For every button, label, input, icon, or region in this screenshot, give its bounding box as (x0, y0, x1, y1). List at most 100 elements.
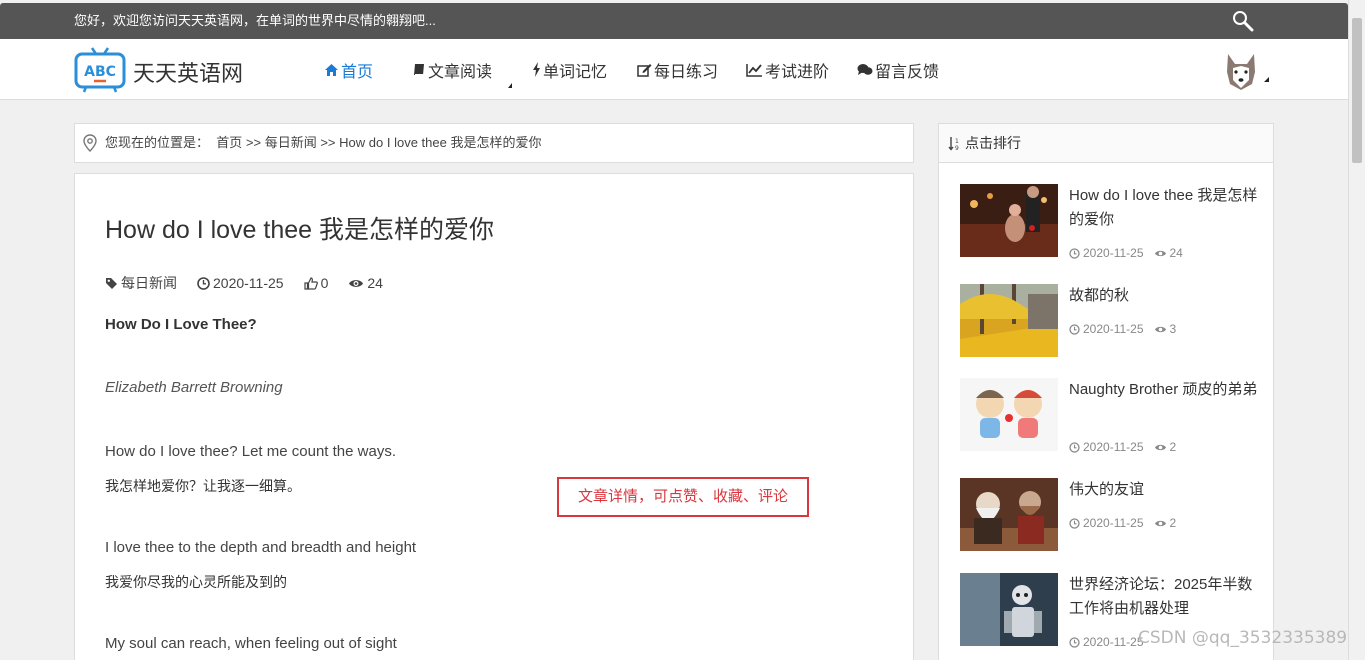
ranking-meta: 2020-11-25 (1069, 635, 1144, 649)
sort-icon: 19 (948, 137, 959, 151)
ranking-title[interactable]: How do I love thee 我是怎样的爱你 (1069, 184, 1259, 232)
ranking-thumbnail[interactable] (960, 184, 1058, 257)
breadcrumb-home-link[interactable]: 首页 (216, 135, 242, 150)
line-chart-icon (746, 63, 762, 77)
clock-icon (1069, 323, 1080, 335)
article-views: 24 (348, 275, 383, 291)
ranking-title[interactable]: 世界经济论坛：2025年半数工作将由机器处理 (1069, 573, 1259, 621)
nav-practice[interactable]: 每日练习 (637, 58, 746, 82)
ranking-date: 2020-11-25 (1083, 246, 1144, 260)
welcome-text: 您好，欢迎您访问天天英语网，在单词的世界中尽情的翱翔吧... (74, 13, 436, 28)
ranking-meta: 2020-11-25 2 (1069, 440, 1176, 454)
annotation-callout: 文章详情，可点赞、收藏、评论 (557, 477, 809, 517)
eye-icon (349, 279, 364, 287)
article-date: 2020-11-25 (197, 275, 284, 291)
svg-text:1: 1 (955, 138, 959, 145)
tag-icon (106, 277, 117, 289)
poem-author: Elizabeth Barrett Browning (105, 379, 283, 396)
search-icon[interactable] (1232, 10, 1254, 32)
poem-line-zh: 我怎样地爱你？让我逐一细算。 (105, 478, 301, 494)
eye-icon (1154, 444, 1166, 450)
book-icon (414, 63, 424, 76)
svg-text:9: 9 (955, 145, 959, 151)
sidebar-header: 19 点击排行 (939, 124, 1273, 163)
bolt-icon (533, 62, 540, 77)
poem-line-en: How do I love thee? Let me count the way… (105, 443, 396, 460)
nav-feedback[interactable]: 留言反馈 (857, 58, 947, 82)
ranking-meta: 2020-11-25 2 (1069, 516, 1176, 530)
ranking-date: 2020-11-25 (1083, 516, 1144, 530)
article-meta: 每日新闻 2020-11-25 0 24 (105, 273, 403, 293)
eye-icon (1154, 326, 1166, 332)
nav-articles-caret-icon (508, 82, 512, 88)
edit-icon (637, 63, 652, 77)
site-header: ABC 天天英语网 首页 文章阅读 单词记忆 每日练习 考试进阶 留言反馈 (0, 39, 1348, 100)
like-button[interactable]: 0 (303, 275, 329, 291)
eye-icon (1154, 520, 1166, 526)
ranking-title[interactable]: Naughty Brother 顽皮的弟弟 (1069, 378, 1259, 402)
article-date-label: 2020-11-25 (213, 275, 284, 291)
clock-icon (1069, 517, 1080, 529)
site-name[interactable]: 天天英语网 (133, 56, 243, 88)
nav-words[interactable]: 单词记忆 (532, 58, 637, 82)
nav-exams-label: 考试进阶 (765, 63, 830, 81)
nav-articles-label: 文章阅读 (428, 63, 493, 81)
clock-icon (1069, 247, 1080, 259)
poem-title: How Do I Love Thee? (105, 316, 257, 333)
ranking-meta: 2020-11-25 24 (1069, 246, 1183, 260)
nav-exams[interactable]: 考试进阶 (746, 58, 857, 82)
article-category[interactable]: 每日新闻 (105, 273, 177, 293)
eye-icon (1154, 250, 1166, 256)
ranking-thumbnail[interactable] (960, 573, 1058, 646)
nav-practice-label: 每日练习 (654, 63, 719, 81)
ranking-views: 2 (1169, 516, 1177, 530)
thumbs-up-icon (303, 276, 318, 290)
ranking-date: 2020-11-25 (1083, 635, 1144, 649)
comments-icon (857, 63, 873, 75)
breadcrumb-current: How do I love thee 我是怎样的爱你 (339, 135, 542, 150)
logo-text: ABC (84, 64, 116, 80)
avatar-caret-icon[interactable] (1264, 77, 1269, 82)
user-avatar[interactable] (1222, 50, 1260, 92)
ranking-thumbnail[interactable] (960, 478, 1058, 551)
breadcrumb-prefix: 您现在的位置是： (105, 135, 210, 150)
ranking-title[interactable]: 伟大的友谊 (1069, 478, 1259, 502)
nav-words-label: 单词记忆 (543, 63, 608, 81)
article-category-label: 每日新闻 (121, 275, 177, 291)
poem-line-zh: 我爱你尽我的心灵所能及到的 (105, 574, 287, 590)
poem-line-en: I love thee to the depth and breadth and… (105, 539, 417, 556)
ranking-title[interactable]: 故都的秋 (1069, 284, 1259, 308)
nav-home[interactable]: 首页 (324, 58, 412, 82)
location-pin-icon (83, 134, 97, 152)
ranking-date: 2020-11-25 (1083, 440, 1144, 454)
clock-icon (1069, 636, 1080, 648)
nav-feedback-label: 留言反馈 (875, 63, 940, 81)
page-scrollbar[interactable] (1348, 0, 1365, 660)
breadcrumb-separator: >> (245, 135, 262, 150)
ranking-thumbnail[interactable] (960, 284, 1058, 357)
breadcrumb-separator: >> (320, 135, 336, 150)
ranking-thumbnail[interactable] (960, 378, 1058, 451)
like-count: 0 (320, 275, 329, 291)
nav-home-label: 首页 (341, 63, 374, 81)
ranking-sidebar: 19 点击排行 How do I love thee 我是怎样的爱你 2020-… (938, 123, 1274, 660)
csdn-watermark: CSDN @qq_3532335389 (1138, 628, 1348, 648)
article-title: How do I love thee 我是怎样的爱你 (105, 216, 495, 244)
top-bar: 您好，欢迎您访问天天英语网，在单词的世界中尽情的翱翔吧... (0, 3, 1348, 39)
clock-icon (197, 276, 210, 290)
scrollbar-thumb[interactable] (1352, 18, 1362, 163)
ranking-views: 2 (1169, 440, 1177, 454)
sidebar-title: 点击排行 (965, 135, 1021, 151)
poem-line-en: My soul can reach, when feeling out of s… (105, 635, 397, 652)
ranking-views: 3 (1169, 322, 1177, 336)
clock-icon (1069, 441, 1080, 453)
main-nav: 首页 文章阅读 单词记忆 每日练习 考试进阶 留言反馈 (324, 39, 947, 100)
breadcrumb: 您现在的位置是： 首页 >> 每日新闻 >> How do I love the… (74, 123, 914, 163)
home-icon (325, 63, 338, 76)
nav-articles[interactable]: 文章阅读 (412, 58, 532, 88)
article-panel: How do I love thee 我是怎样的爱你 每日新闻 2020-11-… (74, 173, 914, 660)
breadcrumb-category-link[interactable]: 每日新闻 (265, 135, 317, 150)
tv-logo-icon[interactable]: ABC (74, 47, 126, 93)
ranking-date: 2020-11-25 (1083, 322, 1144, 336)
ranking-meta: 2020-11-25 3 (1069, 322, 1176, 336)
